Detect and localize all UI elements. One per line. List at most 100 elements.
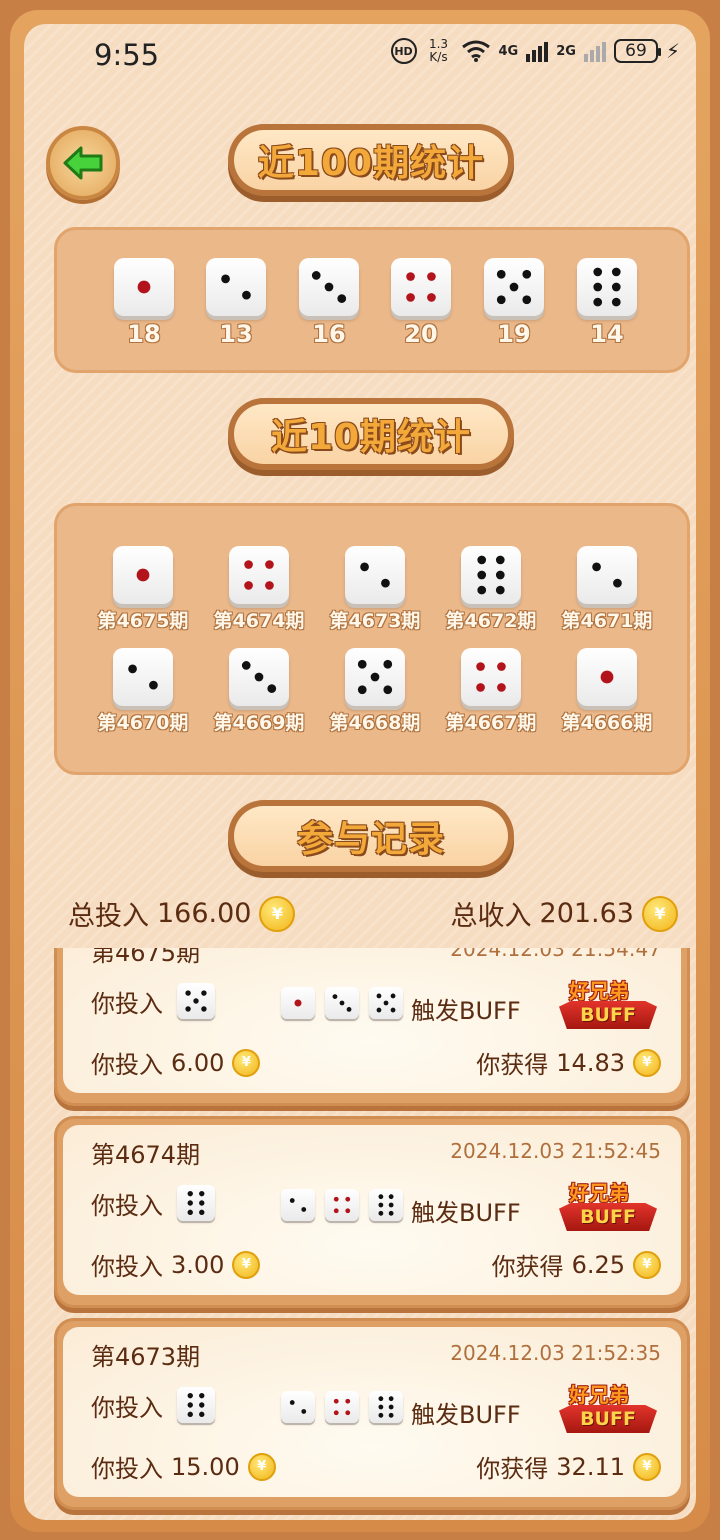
bet-label: 你投入 — [91, 989, 163, 1018]
dice-pip — [381, 578, 390, 588]
count-label: 19 — [497, 320, 531, 348]
dice-pip — [496, 269, 506, 279]
wifi-icon — [461, 40, 490, 62]
trigger-text: 触发BUFF — [411, 1199, 521, 1227]
record-card: 第4674期 2024.12.03 21:52:45 你投入 触发BUFF 好兄… — [54, 1116, 690, 1308]
dice-pip — [333, 1410, 339, 1416]
dice-pip — [388, 1210, 394, 1216]
dice-pip — [593, 297, 603, 307]
dice-pip — [244, 581, 253, 590]
dice-icon — [113, 648, 173, 706]
gain-label: 你获得 — [476, 1051, 549, 1079]
coin-icon: ¥ — [259, 895, 296, 932]
dice-pip — [311, 271, 321, 280]
back-button[interactable] — [46, 126, 120, 200]
dice-pip — [376, 993, 382, 999]
dice-pip — [495, 570, 505, 580]
dice-pip — [241, 661, 251, 670]
dice-icon — [369, 1189, 403, 1221]
totals-row: 总投入 166.00 ¥ 总收入 201.63 ¥ — [68, 894, 678, 934]
dice-pip — [378, 1412, 384, 1418]
buff-badge: 好兄弟 BUFF — [557, 1379, 659, 1439]
dice-icon — [229, 546, 289, 604]
stats-10-item: 第4670期 — [93, 648, 193, 735]
dice-icon — [369, 987, 403, 1019]
stats-100-item: 20 — [390, 258, 452, 348]
dice-pip — [199, 1209, 205, 1216]
stats-100-item: 13 — [205, 258, 267, 348]
dice-icon — [577, 648, 637, 706]
result-dice — [281, 987, 403, 1019]
coin-icon: ¥ — [247, 1452, 276, 1481]
dice-face-6 — [187, 1190, 205, 1216]
dice-pip — [333, 1398, 339, 1404]
total-in-label: 总投入 — [68, 901, 149, 932]
dice-pip — [509, 282, 519, 292]
signal-bars-icon — [526, 40, 549, 62]
buff-badge-ribbon: BUFF — [559, 1203, 657, 1231]
count-label: 16 — [312, 320, 346, 348]
dice-pip — [267, 684, 277, 693]
record-issue: 第4673期 — [91, 1343, 201, 1371]
buff-badge: 好兄弟 BUFF — [557, 975, 659, 1035]
record-bet-row: 你投入 — [91, 1387, 215, 1423]
dice-pip — [289, 1400, 295, 1405]
coin-icon: ¥ — [232, 1250, 261, 1279]
status-icons: HD 1.3 K/s 4G 2G 69 ⚡ — [390, 38, 680, 64]
dice-pip — [406, 293, 415, 302]
record-card: 第4675期 2024.12.03 21:54:47 你投入 触发BUFF 好兄… — [54, 948, 690, 1106]
charging-icon: ⚡ — [665, 39, 680, 63]
buff-badge-ribbon: BUFF — [559, 1405, 657, 1433]
gain-value: 6.25 — [571, 1250, 625, 1279]
dice-face-4 — [476, 662, 506, 692]
coin-icon: ¥ — [232, 1048, 261, 1077]
dice-icon — [113, 546, 173, 604]
dice-icon — [114, 258, 174, 316]
record-issue: 第4674期 — [91, 1141, 201, 1169]
dice-pip — [294, 999, 302, 1007]
dice-face-2 — [128, 664, 158, 690]
coin-icon: ¥ — [633, 1048, 661, 1077]
issue-label: 第4671期 — [561, 610, 653, 632]
dice-face-5 — [376, 993, 396, 1013]
records-title-pill: 参与记录 — [228, 800, 514, 872]
dice-face-2 — [221, 274, 251, 300]
dice-face-2 — [289, 1400, 307, 1414]
dice-pip — [128, 664, 137, 674]
dice-face-4 — [333, 1196, 351, 1214]
record-time: 2024.12.03 21:54:47 — [450, 948, 661, 961]
dice-pip — [324, 282, 334, 292]
bet-label: 你投入 — [91, 1393, 163, 1422]
dice-pip — [346, 1007, 352, 1012]
network-4g: 4G — [498, 43, 519, 59]
dice-face-4 — [406, 272, 436, 302]
section100-title: 近100期统计 — [234, 130, 508, 190]
dice-icon — [345, 546, 405, 604]
dice-icon — [177, 1185, 215, 1221]
dice-face-3 — [311, 271, 347, 303]
stats-10-item: 第4667期 — [441, 648, 541, 735]
coin-icon: ¥ — [633, 1250, 661, 1279]
records-list[interactable]: 第4675期 2024.12.03 21:54:47 你投入 触发BUFF 好兄… — [54, 948, 690, 1520]
issue-label: 第4670期 — [97, 712, 189, 734]
dice-pip — [496, 295, 506, 305]
dice-face-1 — [600, 670, 614, 684]
dice-icon — [281, 987, 315, 1019]
dice-face-6 — [187, 1392, 205, 1418]
dice-icon — [369, 1391, 403, 1423]
amount-label: 你投入 — [91, 1455, 163, 1483]
section100-title-pill: 近100期统计 — [228, 124, 514, 196]
dice-pip — [388, 1396, 394, 1402]
dice-icon — [577, 258, 637, 316]
stats-100-panel: 18 13 16 20 19 14 — [54, 227, 690, 373]
stats-100-item: 16 — [298, 258, 360, 348]
trigger-text: 触发BUFF — [411, 997, 521, 1025]
stats-10-item: 第4669期 — [209, 648, 309, 735]
dice-pip — [476, 662, 485, 671]
dice-pip — [199, 1190, 205, 1197]
count-label: 14 — [590, 320, 624, 348]
dice-face-1 — [137, 280, 151, 294]
issue-label: 第4674期 — [213, 610, 305, 632]
dice-pip — [477, 555, 487, 565]
dice-pip — [388, 1404, 394, 1410]
